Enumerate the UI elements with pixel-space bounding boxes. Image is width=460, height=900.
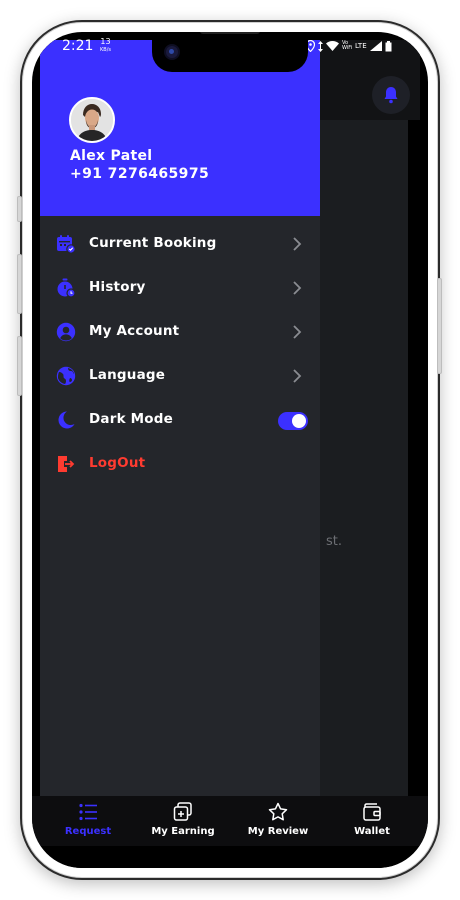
- phone-screen: st. 2:21 13 KB/s Vo WiFi LTE Alex Patel …: [32, 32, 428, 868]
- nav-my-review[interactable]: My Review: [233, 802, 323, 837]
- status-icons: Vo WiFi LTE: [306, 38, 392, 54]
- logout-icon: [58, 456, 75, 472]
- nav-label: My Review: [247, 826, 309, 837]
- background-partial-text: st.: [326, 534, 343, 549]
- bottom-navigation: Request My Earning My Review Wallet: [32, 796, 428, 846]
- menu-item-history[interactable]: History: [40, 266, 320, 310]
- nav-label: My Earning: [151, 826, 215, 837]
- moon-icon: [58, 411, 75, 429]
- front-camera: [166, 46, 178, 58]
- volume-down-button: [17, 336, 22, 396]
- user-name: Alex Patel: [70, 148, 153, 164]
- nav-label: Wallet: [354, 826, 390, 837]
- menu-item-my-account[interactable]: My Account: [40, 310, 320, 354]
- network-type: LTE: [355, 42, 367, 50]
- drawer-menu: Current Booking History My Account Langu…: [40, 222, 320, 486]
- avatar[interactable]: [69, 97, 115, 143]
- power-button: [437, 278, 442, 374]
- background-edge: [408, 120, 420, 796]
- profile-photo: [71, 99, 113, 141]
- menu-label: LogOut: [89, 455, 146, 471]
- menu-item-dark-mode: Dark Mode: [40, 398, 320, 442]
- status-time: 2:21: [62, 38, 94, 54]
- data-arrows-icon: [318, 40, 323, 52]
- wallet-icon: [363, 803, 381, 821]
- chevron-right-icon: [293, 369, 302, 383]
- nav-request[interactable]: Request: [43, 802, 133, 837]
- stopwatch-icon: [57, 278, 76, 298]
- star-icon: [268, 802, 288, 821]
- volume-up-button: [17, 254, 22, 314]
- mute-switch: [17, 196, 22, 222]
- dark-mode-toggle[interactable]: [278, 412, 308, 430]
- navigation-drawer: Alex Patel +91 7276465975 Current Bookin…: [40, 40, 320, 796]
- nav-wallet[interactable]: Wallet: [327, 802, 417, 837]
- net-speed: 13 KB/s: [100, 38, 111, 54]
- signal-icon: [369, 41, 382, 51]
- bell-icon: [384, 87, 398, 104]
- chevron-right-icon: [293, 237, 302, 251]
- menu-item-language[interactable]: Language: [40, 354, 320, 398]
- menu-label: My Account: [89, 323, 180, 339]
- list-icon: [79, 803, 97, 821]
- chevron-right-icon: [293, 325, 302, 339]
- battery-icon: [385, 40, 392, 51]
- calendar-icon: [57, 235, 76, 254]
- user-circle-icon: [56, 322, 76, 342]
- toggle-knob: [292, 414, 306, 428]
- menu-label: Dark Mode: [89, 411, 173, 427]
- menu-label: Language: [89, 367, 166, 383]
- menu-item-current-booking[interactable]: Current Booking: [40, 222, 320, 266]
- menu-item-logout[interactable]: LogOut: [40, 442, 320, 486]
- menu-label: Current Booking: [89, 235, 217, 251]
- user-phone: +91 7276465975: [70, 166, 210, 182]
- speaker: [200, 32, 260, 34]
- globe-icon: [56, 366, 76, 386]
- notification-bell-button[interactable]: [372, 76, 410, 114]
- home-indicator-area: [32, 846, 428, 868]
- camera-notch: [152, 32, 308, 72]
- cards-icon: [173, 802, 192, 821]
- nav-label: Request: [64, 826, 112, 837]
- wifi-icon: [326, 41, 339, 51]
- menu-label: History: [89, 279, 146, 295]
- net-speed-unit: KB/s: [100, 47, 111, 53]
- chevron-right-icon: [293, 281, 302, 295]
- net-speed-value: 13: [100, 37, 111, 46]
- wifi-label: Vo WiFi: [342, 40, 353, 51]
- nav-my-earning[interactable]: My Earning: [138, 802, 228, 837]
